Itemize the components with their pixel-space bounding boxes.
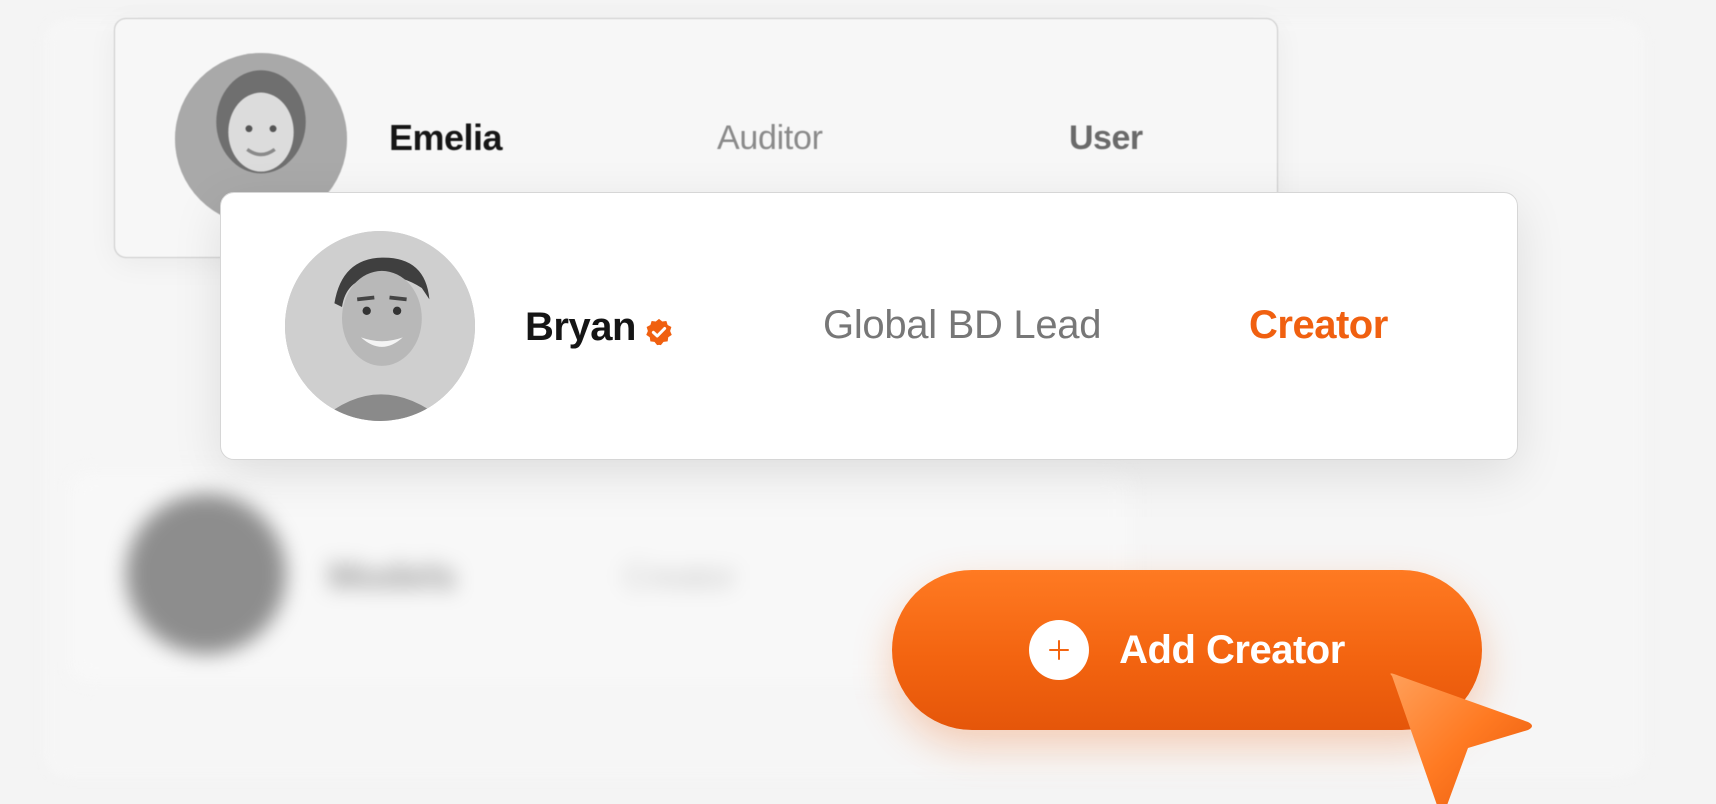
member-name-group: Bryan bbox=[525, 305, 674, 350]
verified-badge-icon bbox=[646, 318, 672, 345]
stage: Models Creator Emelia Auditor User Bryan… bbox=[0, 0, 1716, 804]
cursor-arrow-icon bbox=[1390, 673, 1532, 804]
member-name: Models bbox=[328, 556, 456, 598]
avatar bbox=[126, 494, 286, 654]
member-role: Global BD Lead bbox=[823, 303, 1102, 347]
add-creator-label: Add Creator bbox=[1119, 627, 1345, 672]
member-name: Emelia bbox=[389, 117, 503, 158]
avatar bbox=[285, 231, 475, 421]
avatar-portrait-icon bbox=[285, 231, 475, 421]
plus-icon bbox=[1029, 620, 1090, 680]
member-permission: User bbox=[1069, 119, 1143, 157]
member-role: Auditor bbox=[717, 119, 823, 157]
member-name: Bryan bbox=[525, 305, 636, 349]
member-row-bryan[interactable]: Bryan Global BD Lead Creator bbox=[220, 192, 1518, 460]
member-role: Creator bbox=[624, 558, 736, 596]
member-permission: Creator bbox=[1249, 303, 1388, 347]
